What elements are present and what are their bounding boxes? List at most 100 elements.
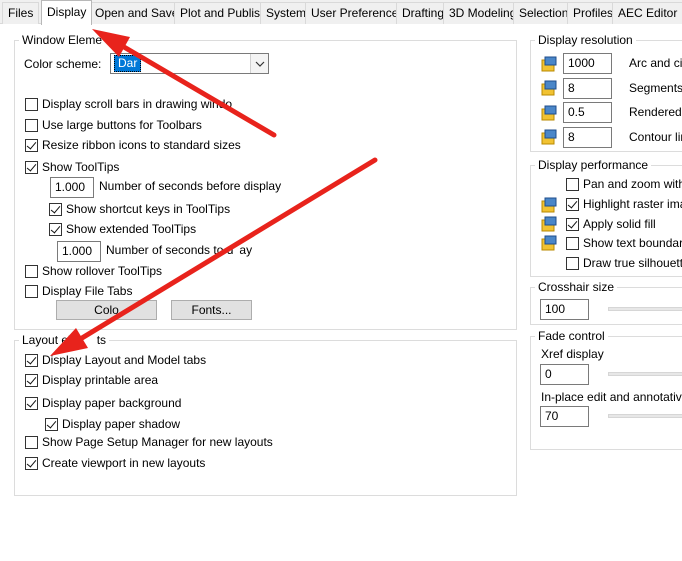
page-setup-manager-checkbox[interactable] (25, 435, 38, 449)
window-elements-legend: Window Eleme (22, 33, 103, 47)
scroll-bars-checkbox[interactable] (25, 97, 38, 111)
tab-files[interactable]: Files (2, 2, 40, 24)
scroll-bars-label: Display scroll bars in drawing windo (42, 97, 233, 111)
apply-solid-fill-label: Apply solid fill (583, 217, 656, 231)
pan-zoom-label: Pan and zoom with ra (583, 177, 682, 191)
extended-tooltips-label: Show extended ToolTips (66, 222, 197, 236)
layout-elements-legend-start: Layout el (22, 333, 71, 347)
rollover-tooltips-label: Show rollover ToolTips (42, 264, 163, 278)
paper-background-option[interactable]: Display paper background (25, 394, 181, 412)
saved-in-drawing-icon (541, 197, 557, 213)
seconds-before-display-input[interactable]: 1.000 (50, 177, 94, 198)
show-tooltips-option[interactable]: Show ToolTips (25, 158, 119, 176)
tab-aec-editor[interactable]: AEC Editor (612, 2, 682, 24)
file-tabs-option[interactable]: Display File Tabs (25, 282, 132, 300)
rendered-smoothness-input[interactable]: 0.5 (563, 102, 612, 123)
tab-drafting[interactable]: Drafting (396, 2, 451, 24)
paper-background-checkbox[interactable] (25, 396, 38, 410)
tab-plot-and-publish[interactable]: Plot and Publish (174, 2, 273, 24)
text-boundary-checkbox[interactable] (566, 236, 579, 250)
true-silhouettes-checkbox[interactable] (566, 256, 579, 270)
rollover-tooltips-option[interactable]: Show rollover ToolTips (25, 262, 162, 280)
file-tabs-label: Display File Tabs (42, 284, 133, 298)
paper-shadow-label: Display paper shadow (62, 417, 181, 431)
tab-3d-modeling[interactable]: 3D Modeling (443, 2, 523, 24)
paper-shadow-option[interactable]: Display paper shadow (45, 415, 180, 433)
saved-in-drawing-icon (541, 129, 557, 145)
contour-lines-input[interactable]: 8 (563, 127, 612, 148)
shortcut-keys-checkbox[interactable] (49, 202, 62, 216)
paper-shadow-checkbox[interactable] (45, 417, 58, 431)
options-tab-strip: Files Display Open and Save Plot and Pub… (0, 0, 682, 25)
extended-tooltips-option[interactable]: Show extended ToolTips (49, 220, 196, 238)
saved-in-drawing-icon (541, 105, 557, 121)
layout-model-tabs-label: Display Layout and Model tabs (42, 353, 207, 367)
printable-area-checkbox[interactable] (25, 373, 38, 387)
show-tooltips-label: Show ToolTips (42, 160, 120, 174)
rollover-tooltips-checkbox[interactable] (25, 264, 38, 278)
saved-in-drawing-icon (541, 56, 557, 72)
file-tabs-checkbox[interactable] (25, 284, 38, 298)
large-buttons-option[interactable]: Use large buttons for Toolbars (25, 116, 202, 134)
highlight-raster-label: Highlight raster image (583, 197, 682, 211)
seconds-to-delay-input[interactable]: 1.000 (57, 241, 101, 262)
true-silhouettes-option[interactable]: Draw true silhouettes (566, 254, 682, 272)
text-boundary-label: Show text boundary fr (583, 236, 682, 250)
pan-zoom-option[interactable]: Pan and zoom with ra (566, 175, 682, 193)
chevron-down-icon[interactable] (250, 54, 268, 73)
in-place-edit-input[interactable]: 70 (540, 406, 589, 427)
printable-area-option[interactable]: Display printable area (25, 371, 158, 389)
layout-model-tabs-option[interactable]: Display Layout and Model tabs (25, 351, 206, 369)
arc-smoothness-input[interactable]: 1000 (563, 53, 612, 74)
tab-open-and-save[interactable]: Open and Save (89, 2, 185, 24)
highlight-raster-option[interactable]: Highlight raster image (566, 195, 682, 213)
fade-control-legend: Fade control (538, 329, 605, 343)
create-viewport-label: Create viewport in new layouts (42, 456, 206, 470)
tab-user-preferences[interactable]: User Preferences (305, 2, 411, 24)
xref-display-label: Xref display (541, 347, 604, 361)
highlight-raster-checkbox[interactable] (566, 197, 579, 211)
seconds-to-delay-label-end: ay (239, 243, 253, 257)
crosshair-size-input[interactable]: 100 (540, 299, 589, 320)
seconds-to-delay-label-start: Number of seconds to d (106, 243, 234, 257)
apply-solid-fill-checkbox[interactable] (566, 217, 579, 231)
create-viewport-checkbox[interactable] (25, 456, 38, 470)
tab-selection[interactable]: Selection (513, 2, 575, 24)
crosshair-size-legend: Crosshair size (538, 280, 615, 294)
in-place-edit-label: In-place edit and annotative re (541, 390, 682, 404)
arc-smoothness-label: Arc and circ (629, 56, 682, 70)
printable-area-label: Display printable area (42, 373, 159, 387)
color-scheme-value: Dar (114, 55, 142, 72)
xref-display-slider[interactable] (608, 372, 682, 376)
pan-zoom-checkbox[interactable] (566, 177, 579, 191)
large-buttons-checkbox[interactable] (25, 118, 38, 132)
color-scheme-select[interactable]: Dar (110, 53, 269, 74)
segments-label: Segments ir (629, 81, 682, 95)
segments-input[interactable]: 8 (563, 78, 612, 99)
fonts-button[interactable]: Fonts... (171, 300, 252, 320)
resize-ribbon-checkbox[interactable] (25, 138, 38, 152)
create-viewport-option[interactable]: Create viewport in new layouts (25, 454, 205, 472)
saved-in-drawing-icon (541, 235, 557, 251)
shortcut-keys-option[interactable]: Show shortcut keys in ToolTips (49, 200, 230, 218)
show-tooltips-checkbox[interactable] (25, 160, 38, 174)
apply-solid-fill-option[interactable]: Apply solid fill (566, 215, 656, 233)
color-scheme-label: Color scheme: (24, 57, 102, 71)
saved-in-drawing-icon (541, 80, 557, 96)
crosshair-size-slider[interactable] (608, 307, 682, 311)
resize-ribbon-label: Resize ribbon icons to standard sizes (42, 138, 241, 152)
colors-button[interactable]: Colo (56, 300, 157, 320)
layout-model-tabs-checkbox[interactable] (25, 353, 38, 367)
display-resolution-legend: Display resolution (538, 33, 633, 47)
tab-display[interactable]: Display (41, 0, 93, 25)
large-buttons-label: Use large buttons for Toolbars (42, 118, 202, 132)
in-place-edit-slider[interactable] (608, 414, 682, 418)
xref-display-input[interactable]: 0 (540, 364, 589, 385)
text-boundary-option[interactable]: Show text boundary fr (566, 234, 682, 252)
paper-background-label: Display paper background (42, 396, 182, 410)
extended-tooltips-checkbox[interactable] (49, 222, 62, 236)
page-setup-manager-option[interactable]: Show Page Setup Manager for new layouts (25, 433, 273, 451)
resize-ribbon-option[interactable]: Resize ribbon icons to standard sizes (25, 136, 241, 154)
contour-lines-label: Contour line (629, 130, 682, 144)
scroll-bars-option[interactable]: Display scroll bars in drawing windo (25, 95, 232, 113)
